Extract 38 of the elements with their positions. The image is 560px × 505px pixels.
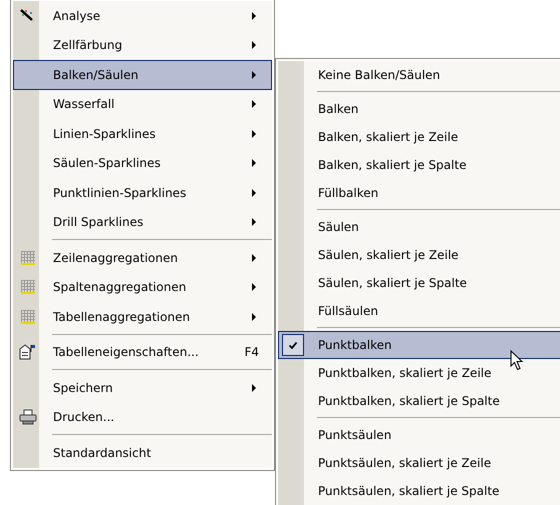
menu-item[interactable]: Punktsäulen	[278, 421, 560, 449]
menu-item[interactable]: Standardansicht	[13, 438, 272, 468]
printer-icon	[19, 409, 37, 426]
menu-item[interactable]: Zeilenaggregationen	[13, 243, 272, 272]
menu-item[interactable]: Balken	[278, 95, 560, 123]
menu-item[interactable]: Analyse	[13, 1, 272, 30]
menu-item[interactable]: Punktsäulen, skaliert je Spalte	[278, 477, 560, 505]
grid-icon	[21, 310, 35, 324]
menu-item[interactable]: Balken/Säulen	[13, 60, 272, 90]
menu-item[interactable]: Füllsäulen	[278, 297, 560, 325]
menu-item[interactable]: Füllbalken	[278, 179, 560, 207]
menu-item[interactable]: Drill Sparklines	[13, 208, 272, 237]
menu-item[interactable]: Punktbalken	[278, 331, 560, 359]
menu-item[interactable]: Speichern	[13, 373, 272, 402]
magic-wand-icon	[19, 8, 37, 23]
menu-item[interactable]: Punktbalken, skaliert je Zeile	[278, 359, 560, 387]
grid-icon	[21, 250, 35, 265]
shortcut-text: F4	[244, 345, 259, 360]
menu-item[interactable]: Säulen-Sparklines	[13, 148, 272, 178]
menu-item[interactable]: Wasserfall	[13, 90, 272, 119]
menu-item[interactable]: Säulen, skaliert je Zeile	[278, 241, 560, 269]
menu-item[interactable]: Säulen	[278, 213, 560, 241]
menu-item[interactable]: Keine Balken/Säulen	[278, 61, 560, 89]
menu-item[interactable]: Balken, skaliert je Spalte	[278, 151, 560, 179]
menu-item[interactable]: Tabelleneigenschaften... F4	[13, 338, 272, 367]
menu-item[interactable]: Drucken...	[13, 402, 272, 432]
menu-item[interactable]: Tabellenaggregationen	[13, 302, 272, 332]
menu-item[interactable]: Punktsäulen, skaliert je Zeile	[278, 449, 560, 477]
menu-item[interactable]: Zellfärbung	[13, 30, 272, 60]
menu-item[interactable]: Linien-Sparklines	[13, 119, 272, 148]
properties-icon	[19, 344, 37, 360]
menu-item[interactable]: Säulen, skaliert je Spalte	[278, 269, 560, 297]
grid-icon	[21, 280, 35, 294]
mouse-pointer-icon	[510, 350, 523, 371]
menu-item[interactable]: Punktbalken, skaliert je Spalte	[278, 387, 560, 415]
menu-item[interactable]: Balken, skaliert je Zeile	[278, 123, 560, 151]
menu-item[interactable]: Punktlinien-Sparklines	[13, 178, 272, 208]
menu-item[interactable]: Spaltenaggregationen	[13, 272, 272, 302]
